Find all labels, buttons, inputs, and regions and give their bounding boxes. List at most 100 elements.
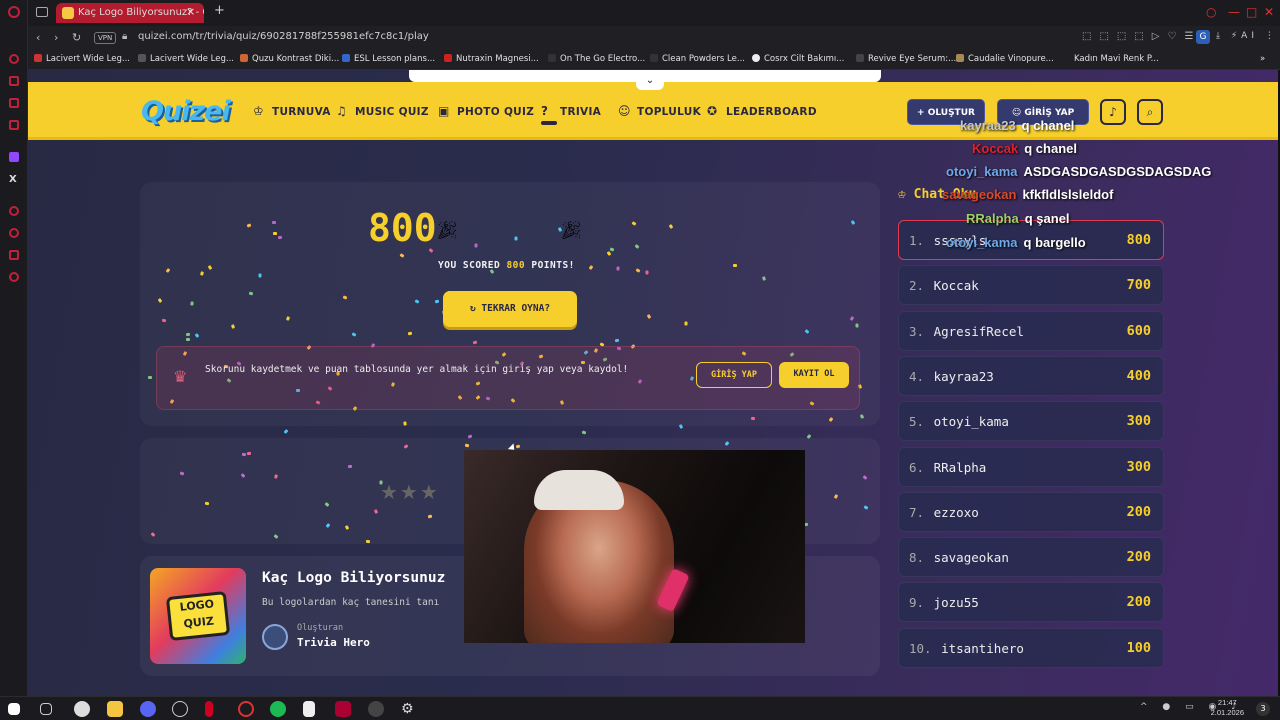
- spotify-icon[interactable]: [270, 701, 286, 717]
- close-window-icon[interactable]: ✕: [1264, 5, 1274, 19]
- quiz-cover-label: LOGO QUIZ: [165, 590, 231, 642]
- bookmark-item[interactable]: ESL Lesson plans...: [342, 54, 435, 64]
- nav-trivia[interactable]: ? TRIVIA: [541, 104, 601, 125]
- instagram-icon[interactable]: [9, 98, 19, 108]
- minimize-icon[interactable]: —: [1228, 5, 1240, 19]
- rating-stars[interactable]: ★★★: [380, 480, 440, 504]
- nav-turnuva[interactable]: ♔ TURNUVA: [253, 104, 331, 118]
- bookmark-item[interactable]: On The Go Electro...: [548, 54, 645, 64]
- chat-text: ASDGASDGASDGSDAGSDAG: [1023, 164, 1212, 179]
- medal-icon: ✪: [707, 104, 718, 118]
- tab-close-icon[interactable]: ×: [186, 5, 195, 18]
- nav-photo-quiz[interactable]: ▣ PHOTO QUIZ: [438, 104, 534, 118]
- confetti-piece: [645, 269, 649, 275]
- bookmark-item[interactable]: Lacivert Wide Leg...: [34, 54, 130, 64]
- leaderboard-points: 800: [1126, 232, 1151, 248]
- extensions-icon[interactable]: [9, 250, 19, 260]
- confetti-piece: [616, 266, 620, 271]
- back-icon[interactable]: ‹: [36, 31, 40, 44]
- confetti-piece: [609, 247, 615, 252]
- leaderboard-player: 10. itsantihero: [909, 640, 1024, 656]
- notepad-icon[interactable]: [303, 701, 315, 717]
- app-icon[interactable]: [172, 701, 188, 717]
- task-view-icon[interactable]: [40, 703, 52, 715]
- bookmark-item[interactable]: Nutraxin Magnesi...: [444, 54, 539, 64]
- windows-start-icon[interactable]: [8, 703, 20, 715]
- chrome-icon[interactable]: [74, 701, 90, 717]
- bookmark-item[interactable]: Revive Eye Serum:...: [856, 54, 956, 64]
- streamer-hat: [534, 470, 624, 510]
- ai-toolbar-icons[interactable]: ⤓ ⚡AI ⋮: [1216, 31, 1278, 41]
- bookmarks-more-icon[interactable]: »: [1260, 54, 1265, 64]
- twitch-icon[interactable]: [9, 152, 19, 162]
- mail-icon[interactable]: [9, 120, 19, 130]
- opera-icon[interactable]: [8, 6, 20, 18]
- replay-button[interactable]: ↻ TEKRAR OYNA?: [443, 291, 577, 327]
- confetti-piece: [733, 263, 737, 267]
- confetti-piece: [148, 375, 153, 379]
- leaderboard-row: 6. RRalpha 300: [898, 446, 1164, 487]
- user-icon: ☺: [1011, 108, 1025, 118]
- leaderboard-player: 2. Koccak: [909, 278, 979, 294]
- gear-icon[interactable]: ⚙: [401, 701, 417, 717]
- bookmark-item[interactable]: Quzu Kontrast Diki...: [240, 54, 339, 64]
- folder-icon[interactable]: [107, 701, 123, 717]
- nav-leaderboard[interactable]: ✪ LEADERBOARD: [707, 104, 817, 118]
- clock-icon[interactable]: [9, 206, 19, 216]
- register-button[interactable]: KAYIT OL: [779, 362, 849, 388]
- bookmark-item[interactable]: Clean Powders Le...: [650, 54, 745, 64]
- leaderboard-row: 10. itsantihero 100: [898, 627, 1164, 668]
- chat-message: RRalpha q şanel: [966, 211, 1070, 226]
- question-icon: ?: [541, 104, 549, 118]
- login-button[interactable]: GİRİŞ YAP: [696, 362, 772, 388]
- confetti-piece: [258, 272, 262, 278]
- chat-username: RRalpha: [966, 211, 1019, 226]
- app-red-icon[interactable]: [335, 701, 351, 717]
- clock[interactable]: 21:47 2.01.2026: [1211, 698, 1244, 718]
- search-icon[interactable]: ⌕: [1137, 99, 1163, 125]
- bookmark-item[interactable]: Lacivert Wide Leg...: [138, 54, 234, 64]
- bookmark-item[interactable]: Cosrx Cilt Bakımı...: [752, 54, 844, 64]
- chevron-down-icon[interactable]: ⌄: [636, 74, 664, 90]
- reload-icon[interactable]: ↻: [72, 31, 81, 44]
- save-score-text: Skorunu kaydetmek ve puan tablosunda yer…: [205, 364, 629, 375]
- messenger-icon[interactable]: [9, 54, 19, 64]
- leaderboard-row: 7. ezzoxo 200: [898, 491, 1164, 532]
- creator-name[interactable]: Trivia Hero: [297, 636, 370, 649]
- forward-icon[interactable]: ›: [54, 31, 58, 44]
- party-popper-icon: 🎉︎: [560, 220, 583, 241]
- vpn-badge[interactable]: VPN: [94, 32, 117, 44]
- profile-icon[interactable]: G: [1196, 30, 1210, 44]
- toolbar-icons[interactable]: ⬚⬚⬚⬚▷♡☰: [1082, 31, 1201, 42]
- obs-icon[interactable]: [368, 701, 384, 717]
- creator-avatar: [262, 624, 288, 650]
- settings-icon[interactable]: [9, 272, 19, 282]
- opera-gx-icon[interactable]: [238, 701, 254, 717]
- history-icon[interactable]: [9, 228, 19, 238]
- leaderboard-player: 6. RRalpha: [909, 459, 987, 475]
- tab-menu-icon[interactable]: [36, 7, 48, 17]
- tab-active[interactable]: Kaç Logo Biliyorsunuz? - Q: [56, 3, 204, 23]
- maximize-icon[interactable]: □: [1246, 5, 1257, 19]
- url-field[interactable]: quizei.com/tr/trivia/quiz/690281788f2559…: [138, 31, 429, 42]
- x-icon[interactable]: X: [9, 174, 17, 185]
- new-tab-icon[interactable]: +: [214, 3, 225, 18]
- quiz-cover-image: LOGO QUIZ: [150, 568, 246, 664]
- trophy-icon: ♔: [898, 187, 914, 202]
- netflix-icon[interactable]: [205, 701, 213, 717]
- leaderboard-row: 9. jozu55 200: [898, 582, 1164, 623]
- browser-sidebar: X: [0, 0, 28, 696]
- bag-icon[interactable]: [9, 76, 19, 86]
- search-tabs-icon[interactable]: ○: [1206, 5, 1216, 19]
- score-caption: YOU SCORED 800 POINTS!: [438, 260, 575, 271]
- nav-topluluk[interactable]: ☺ TOPLULUK: [618, 104, 701, 118]
- bookmark-item[interactable]: Kadın Mavi Renk P...: [1074, 54, 1159, 64]
- leaderboard-player: 3. AgresifRecel: [909, 323, 1024, 339]
- notification-count[interactable]: 3: [1256, 702, 1270, 716]
- leaderboard-points: 200: [1126, 503, 1151, 520]
- quizei-logo[interactable]: Quizei: [141, 96, 231, 127]
- bell-icon[interactable]: ♪: [1100, 99, 1126, 125]
- bookmark-item[interactable]: Caudalie Vinopure...: [956, 54, 1054, 64]
- nav-music-quiz[interactable]: ♫ MUSIC QUIZ: [336, 104, 429, 118]
- discord-icon[interactable]: [140, 701, 156, 717]
